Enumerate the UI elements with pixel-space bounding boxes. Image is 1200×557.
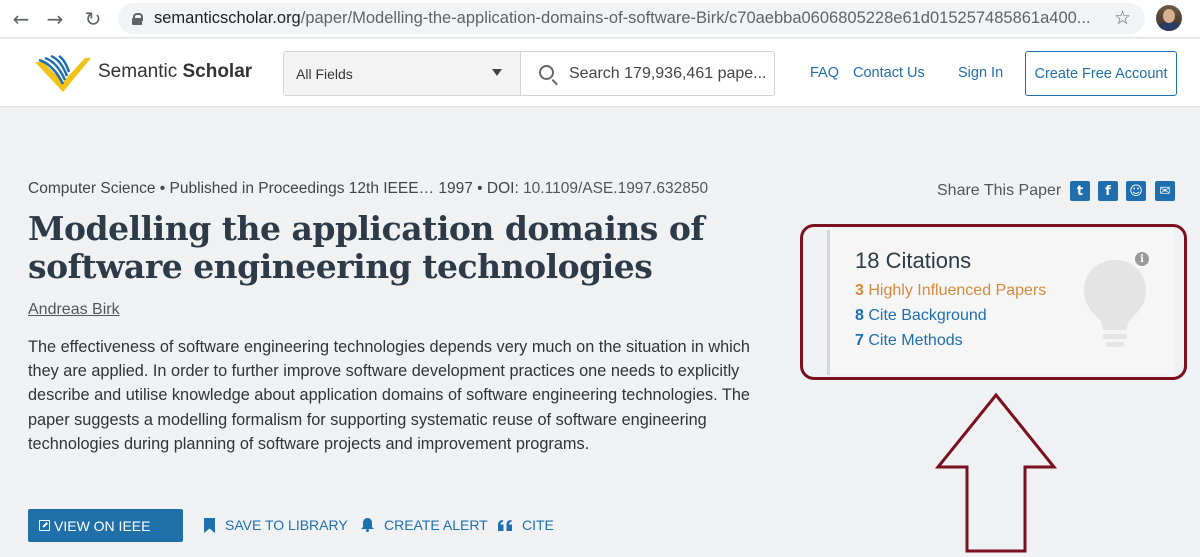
back-icon[interactable]: ←: [8, 6, 34, 32]
url-text: semanticscholar.org/paper/Modelling-the-…: [154, 9, 1091, 27]
site-header: Semantic Scholar All Fields FAQ Contact …: [0, 39, 1200, 107]
faq-link[interactable]: FAQ: [810, 65, 839, 81]
twitter-icon[interactable]: t: [1070, 181, 1090, 201]
contact-link[interactable]: Contact Us: [853, 65, 925, 81]
share-label: Share This Paper: [937, 182, 1062, 199]
forward-icon[interactable]: →: [42, 6, 68, 32]
email-icon[interactable]: ✉: [1155, 181, 1175, 201]
caret-down-icon: [492, 69, 502, 76]
paper-title: Modelling the application domains of sof…: [28, 209, 705, 286]
external-link-icon: [39, 520, 50, 531]
sign-in-link[interactable]: Sign In: [958, 65, 1003, 81]
arrow-up-annotation: [935, 392, 1057, 553]
search-icon: [539, 65, 554, 80]
profile-avatar[interactable]: [1156, 5, 1182, 31]
cite-button[interactable]: CITE: [498, 517, 554, 533]
create-account-button[interactable]: Create Free Account: [1025, 51, 1177, 96]
doi-link[interactable]: 10.1109/ASE.1997.632850: [523, 180, 708, 197]
browser-chrome: ← → ↻ semanticscholar.org/paper/Modellin…: [0, 0, 1200, 38]
paper-abstract: The effectiveness of software engineerin…: [28, 338, 750, 453]
author-link[interactable]: Andreas Birk: [28, 301, 120, 319]
bookmark-icon: [204, 517, 215, 533]
reddit-icon[interactable]: ☺: [1126, 181, 1146, 201]
facebook-icon[interactable]: f: [1098, 181, 1118, 201]
brand-name[interactable]: Semantic Scholar: [98, 61, 252, 83]
paper-meta: Computer Science • Published in Proceedi…: [28, 180, 709, 197]
reload-icon[interactable]: ↻: [80, 6, 106, 32]
semantic-scholar-logo-icon[interactable]: [33, 54, 93, 96]
highlight-annotation: [800, 224, 1187, 380]
star-icon[interactable]: ☆: [1114, 7, 1131, 29]
search-input-wrapper: [521, 52, 774, 95]
create-alert-button[interactable]: CREATE ALERT: [361, 517, 488, 533]
save-to-library-button[interactable]: SAVE TO LIBRARY: [204, 517, 348, 533]
search-box: All Fields: [283, 51, 775, 96]
view-on-ieee-button[interactable]: VIEW ON IEEE: [28, 509, 183, 542]
fields-dropdown[interactable]: All Fields: [284, 52, 521, 95]
address-bar[interactable]: semanticscholar.org/paper/Modelling-the-…: [118, 3, 1145, 34]
lock-icon: [132, 12, 143, 25]
fields-label: All Fields: [296, 66, 353, 82]
search-input[interactable]: [569, 60, 769, 88]
bell-icon: [361, 518, 374, 532]
quote-icon: [498, 519, 512, 531]
